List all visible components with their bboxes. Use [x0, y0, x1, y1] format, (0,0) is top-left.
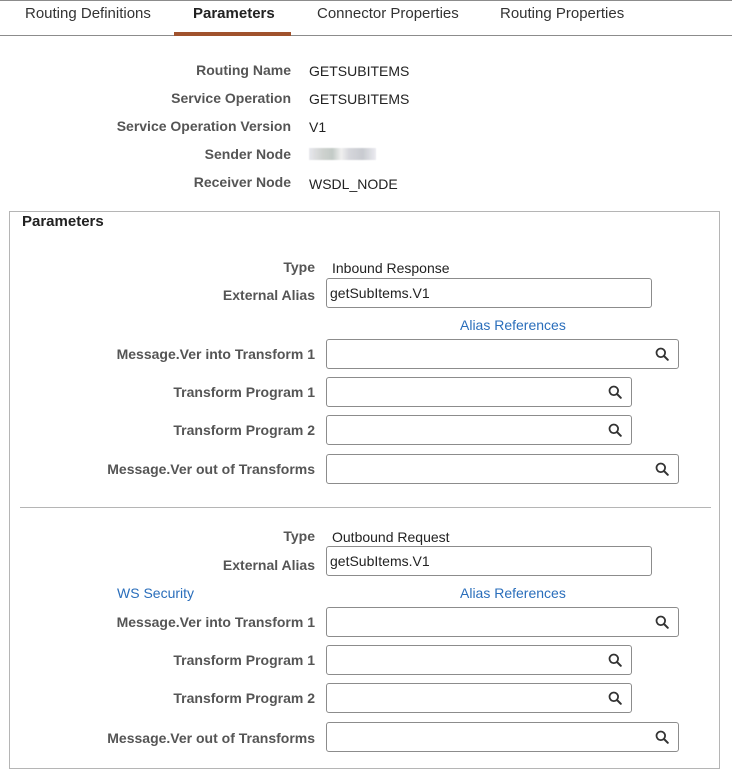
transform-program-2-input-1[interactable]	[326, 415, 632, 445]
active-tab-indicator	[174, 32, 291, 36]
alias-references-link-1[interactable]: Alias References	[460, 317, 566, 333]
search-icon[interactable]	[655, 462, 669, 476]
external-alias-label-2: External Alias	[222, 557, 315, 573]
type-value-2: Outbound Request	[332, 529, 450, 545]
transform-program-2-label-1: Transform Program 2	[173, 422, 315, 438]
search-icon[interactable]	[655, 730, 669, 744]
external-alias-input-2[interactable]	[326, 546, 652, 576]
type-value-1: Inbound Response	[332, 260, 450, 276]
transform-program-1-label-1: Transform Program 1	[173, 384, 315, 400]
search-icon[interactable]	[608, 385, 622, 399]
search-icon[interactable]	[655, 347, 669, 361]
msg-into-transform-label-2: Message.Ver into Transform 1	[116, 614, 315, 630]
search-icon[interactable]	[655, 615, 669, 629]
msg-into-transform-label-1: Message.Ver into Transform 1	[116, 346, 315, 362]
transform-program-1-input-2[interactable]	[326, 645, 632, 675]
sender-node-label: Sender Node	[204, 146, 291, 162]
msg-out-of-transforms-label-2: Message.Ver out of Transforms	[107, 730, 315, 746]
ws-security-link[interactable]: WS Security	[117, 585, 194, 601]
search-icon[interactable]	[608, 691, 622, 705]
tab-parameters[interactable]: Parameters	[193, 5, 275, 22]
transform-program-1-input-1[interactable]	[326, 377, 632, 407]
type-label-1: Type	[283, 259, 315, 275]
service-operation-version-value: V1	[309, 119, 327, 135]
routing-name-label: Routing Name	[196, 62, 291, 78]
parameters-section-title: Parameters	[22, 213, 104, 230]
msg-out-of-transforms-label-1: Message.Ver out of Transforms	[107, 461, 315, 477]
external-alias-input-1[interactable]	[326, 278, 652, 308]
search-icon[interactable]	[608, 653, 622, 667]
service-operation-version-label: Service Operation Version	[116, 118, 291, 134]
tab-connector-properties[interactable]: Connector Properties	[317, 5, 459, 22]
receiver-node-label: Receiver Node	[193, 174, 291, 190]
transform-program-1-label-2: Transform Program 1	[173, 652, 315, 668]
tab-routing-properties[interactable]: Routing Properties	[500, 5, 624, 22]
external-alias-label-1: External Alias	[222, 287, 315, 303]
search-icon[interactable]	[608, 423, 622, 437]
routing-name-value: GETSUBITEMS	[309, 63, 410, 79]
type-label-2: Type	[283, 528, 315, 544]
transform-program-2-input-2[interactable]	[326, 683, 632, 713]
tab-routing-definitions[interactable]: Routing Definitions	[25, 5, 151, 22]
msg-into-transform-input-1[interactable]	[326, 339, 679, 369]
transform-program-2-label-2: Transform Program 2	[173, 690, 315, 706]
alias-references-link-2[interactable]: Alias References	[460, 585, 566, 601]
section-divider	[20, 507, 711, 508]
msg-into-transform-input-2[interactable]	[326, 607, 679, 637]
tab-bar: Routing Definitions Parameters Connector…	[0, 0, 732, 36]
sender-node-value-redacted	[309, 148, 376, 160]
msg-out-of-transforms-input-1[interactable]	[326, 454, 679, 484]
receiver-node-value: WSDL_NODE	[309, 176, 398, 192]
service-operation-value: GETSUBITEMS	[309, 91, 410, 107]
msg-out-of-transforms-input-2[interactable]	[326, 722, 679, 752]
service-operation-label: Service Operation	[171, 90, 291, 106]
